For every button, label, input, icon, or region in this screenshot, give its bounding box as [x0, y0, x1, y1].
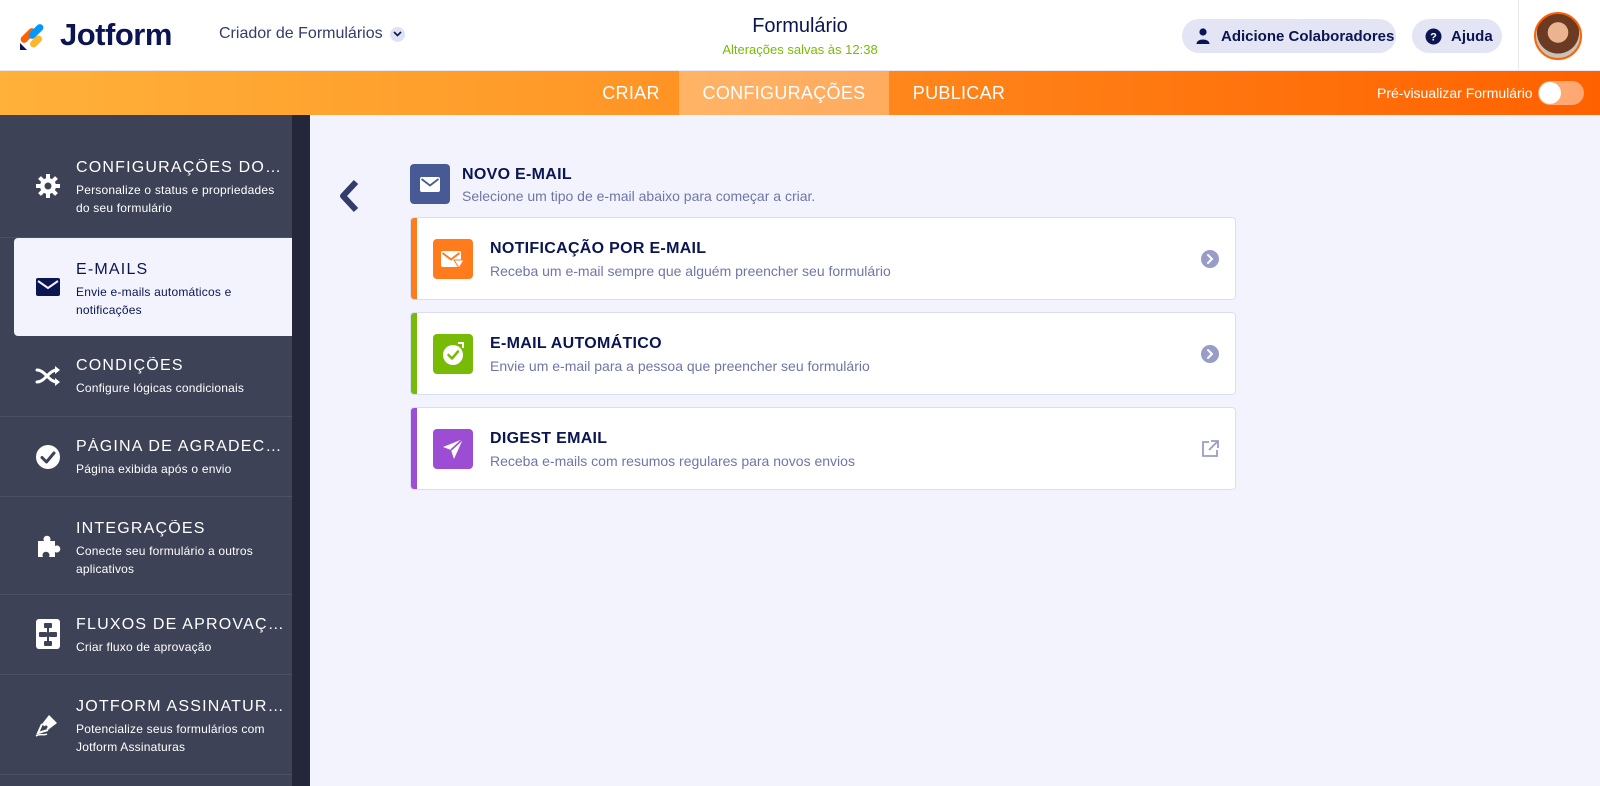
sidebar-item-subtitle: Criar fluxo de aprovação — [76, 640, 212, 654]
card-title: DIGEST EMAIL — [490, 430, 608, 447]
sidebar-item-approval-flows[interactable]: FLUXOS DE APROVAÇÃO Criar fluxo de aprov… — [0, 595, 292, 675]
sidebar-item-title: CONDIÇÕES — [76, 357, 184, 374]
chevron-right-icon — [1200, 344, 1220, 364]
tab-configuracoes[interactable]: CONFIGURAÇÕES — [679, 71, 889, 115]
sidebar-item-subtitle: Envie e-mails automáticos e notificações — [76, 285, 232, 317]
digest-email-card[interactable]: DIGEST EMAIL Receba e-mails com resumos … — [410, 407, 1236, 490]
svg-text:?: ? — [1430, 31, 1437, 43]
help-label: Ajuda — [1451, 27, 1493, 45]
sidebar-scrollbar[interactable] — [292, 115, 310, 786]
top-header: Jotform Criador de Formulários Formulári… — [0, 0, 1600, 71]
new-email-icon — [410, 164, 450, 204]
avatar[interactable] — [1534, 12, 1582, 60]
user-icon — [1194, 27, 1212, 45]
sidebar-item-subtitle: Configure lógicas condicionais — [76, 381, 245, 395]
sidebar-item-subtitle: Conecte seu formulário a outros aplicati… — [76, 544, 253, 576]
sidebar-item-subtitle: Página exibida após o envio — [76, 462, 232, 476]
sidebar-item-jotform-sign[interactable]: JOTFORM ASSINATURAS Potencialize seus fo… — [0, 675, 292, 775]
pen-icon — [34, 710, 62, 738]
sidebar-item-title: E-MAILS — [76, 261, 149, 278]
back-button[interactable] — [336, 178, 364, 214]
external-link-icon — [1200, 439, 1220, 459]
question-circle-icon: ? — [1424, 27, 1442, 45]
preview-toggle[interactable] — [1537, 81, 1584, 105]
sidebar-item-thank-you-page[interactable]: PÁGINA DE AGRADECIMENTO Página exibida a… — [0, 417, 292, 497]
card-accent-bar — [411, 408, 417, 489]
paper-plane-icon — [433, 429, 473, 469]
help-button[interactable]: ? Ajuda — [1412, 19, 1502, 53]
sidebar-item-integrations[interactable]: INTEGRAÇÕES Conecte seu formulário a out… — [0, 497, 292, 595]
gear-icon — [34, 172, 62, 200]
main-nav: CRIAR CONFIGURAÇÕES PUBLICAR Pré-visuali… — [0, 71, 1600, 115]
envelope-icon — [34, 273, 62, 301]
new-email-title: NOVO E-MAIL — [462, 166, 572, 183]
sidebar-item-subtitle: Personalize o status e propriedades do s… — [76, 183, 275, 215]
settings-sidebar: CONFIGURAÇÕES DO FORMULÁRIO Personalize … — [0, 115, 292, 786]
toggle-knob — [1538, 82, 1561, 104]
sidebar-item-title: PÁGINA DE AGRADECIMENTO — [76, 438, 284, 455]
flow-icon — [34, 619, 62, 649]
sidebar-item-form-settings[interactable]: CONFIGURAÇÕES DO FORMULÁRIO Personalize … — [0, 115, 292, 238]
sidebar-item-emails[interactable]: E-MAILS Envie e-mails automáticos e noti… — [14, 238, 292, 336]
shuffle-icon — [34, 362, 62, 390]
preview-form: Pré-visualizar Formulário — [1377, 71, 1584, 115]
notification-mail-icon — [433, 239, 473, 279]
sidebar-item-title: JOTFORM ASSINATURAS — [76, 698, 284, 715]
card-subtitle: Receba e-mails com resumos regulares par… — [490, 453, 855, 469]
chevron-left-icon — [340, 179, 359, 213]
add-collaborators-label: Adicione Colaboradores — [1221, 27, 1395, 45]
card-subtitle: Receba um e-mail sempre que alguém preen… — [490, 263, 891, 279]
tab-publicar[interactable]: PUBLICAR — [889, 71, 1029, 115]
sidebar-item-title: CONFIGURAÇÕES DO FORMULÁRIO — [76, 159, 284, 176]
new-email-subtitle: Selecione um tipo de e-mail abaixo para … — [462, 188, 816, 204]
card-accent-bar — [411, 313, 417, 394]
chevron-right-icon — [1200, 249, 1220, 269]
autoresponder-email-card[interactable]: E-MAIL AUTOMÁTICO Envie um e-mail para a… — [410, 312, 1236, 395]
sidebar-item-conditions[interactable]: CONDIÇÕES Configure lógicas condicionais — [0, 336, 292, 417]
sidebar-item-title: INTEGRAÇÕES — [76, 520, 206, 537]
card-title: E-MAIL AUTOMÁTICO — [490, 335, 662, 352]
card-subtitle: Envie um e-mail para a pessoa que preenc… — [490, 358, 870, 374]
preview-label: Pré-visualizar Formulário — [1377, 85, 1533, 101]
sidebar-item-subtitle: Potencialize seus formulários com Jotfor… — [76, 722, 265, 754]
puzzle-icon — [34, 532, 62, 560]
card-accent-bar — [411, 218, 417, 299]
add-collaborators-button[interactable]: Adicione Colaboradores — [1182, 19, 1396, 53]
account-area — [1518, 0, 1600, 71]
tab-criar[interactable]: CRIAR — [583, 71, 679, 115]
sidebar-item-title: FLUXOS DE APROVAÇÃO — [76, 616, 284, 633]
email-notification-card[interactable]: NOTIFICAÇÃO POR E-MAIL Receba um e-mail … — [410, 217, 1236, 300]
card-title: NOTIFICAÇÃO POR E-MAIL — [490, 240, 707, 257]
check-circle-icon — [34, 443, 62, 471]
autoresponder-check-icon — [433, 334, 473, 374]
